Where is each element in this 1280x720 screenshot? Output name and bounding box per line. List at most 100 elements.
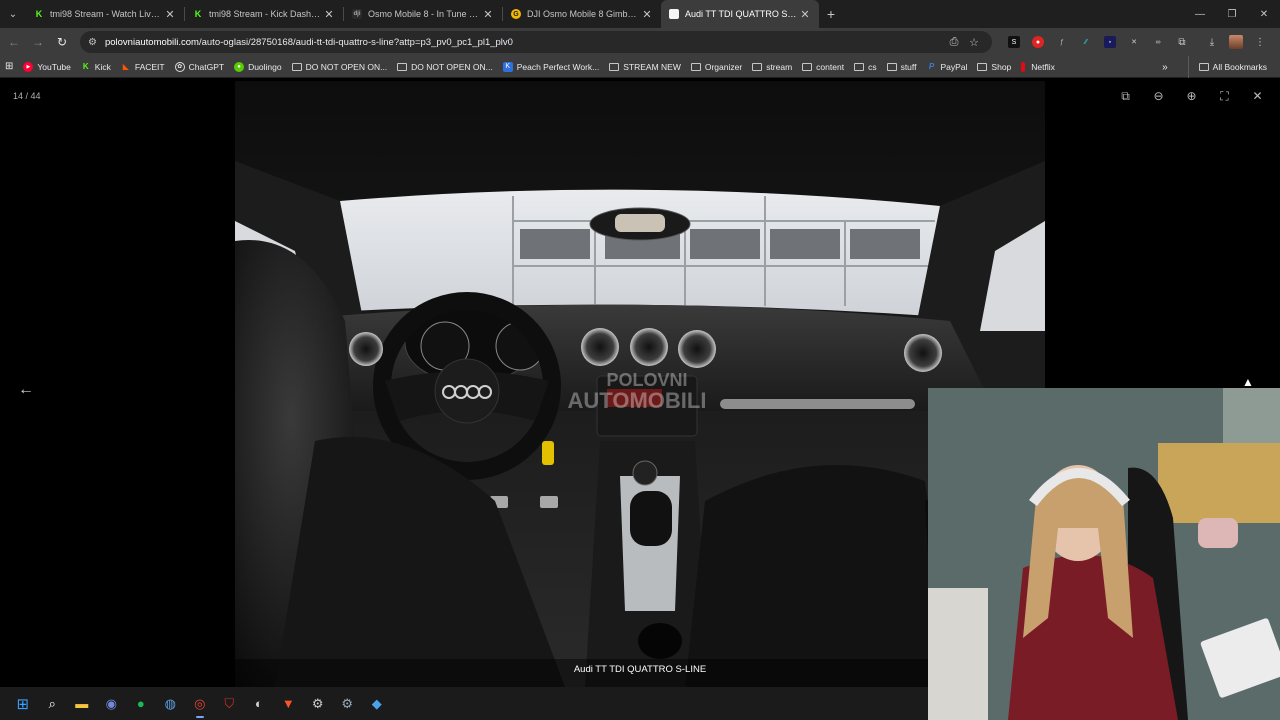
bookmark-paypal[interactable]: P PayPal [921,56,972,78]
steam-button[interactable]: ◐ [244,687,274,720]
url-domain: polovniautomobili.com [104,36,199,48]
minimize-button[interactable]: — [1184,0,1216,28]
app-icon: ◆ [371,695,382,711]
apps-grid-icon: ⊞ [5,61,14,72]
webcam-bed [1158,443,1280,523]
folder-icon [690,62,701,71]
site-info-icon[interactable]: ⚙ [88,37,97,48]
settings-icon: ⚙ [341,695,354,711]
tab-kick-watch[interactable]: K tmi98 Stream - Watch Live on K ✕ [26,0,184,28]
close-window-button[interactable]: ✕ [1248,0,1280,28]
close-viewer-button[interactable]: ✕ [1241,87,1274,105]
extension-button[interactable]: S [1002,32,1026,52]
app-button[interactable]: ◍ [156,687,186,720]
all-bookmarks-button[interactable]: All Bookmarks [1187,56,1272,78]
bookmark-duolingo[interactable]: ● Duolingo [229,56,287,78]
discord-button[interactable]: ◉ [97,687,127,720]
tab-audi-listing[interactable]: Audi TT TDI QUATTRO S-LINE | ✕ [661,0,819,28]
webcam-pouf [1198,518,1238,548]
forward-button[interactable]: → [26,35,50,49]
extension-button[interactable]: ⁄⁄ [1074,32,1098,52]
bookmark-faceit[interactable]: ◣ FACEIT [116,56,170,78]
address-bar[interactable]: ⚙ polovniautomobili.com/auto-oglasi/2875… [80,31,992,53]
gear-icon: ⚙ [311,695,324,711]
spotify-icon: ● [136,696,145,711]
spotify-button[interactable]: ● [126,687,156,720]
bookmark-peach[interactable]: K Peach Perfect Work... [498,56,605,78]
bookmark-label: FACEIT [134,61,165,72]
bookmark-folder-2[interactable]: DO NOT OPEN ON... [392,56,498,78]
tab-search-button[interactable]: ⌄ [0,0,26,28]
bookmark-stream[interactable]: stream [747,56,797,78]
close-icon[interactable]: ✕ [323,8,335,21]
restore-button[interactable]: ❐ [1216,0,1248,28]
reload-button[interactable]: ↻ [50,35,74,49]
webcam-feed [928,388,1280,720]
zoom-out-icon: ⊖ [1153,89,1164,103]
bookmark-label: ChatGPT [188,61,225,72]
fullscreen-button[interactable]: ⛶ [1208,87,1241,105]
chevron-right-double-icon[interactable]: » [1162,62,1168,73]
bookmark-content[interactable]: content [797,56,849,78]
bookmark-folder-1[interactable]: DO NOT OPEN ON... [287,56,393,78]
bookmark-stuff[interactable]: stuff [882,56,922,78]
tab-osmo-mobile[interactable]: dji Osmo Mobile 8 - In Tune With ✕ [344,0,502,28]
apps-button[interactable]: ⊞ [0,56,18,78]
bookmark-youtube[interactable]: ▶ YouTube [18,56,75,78]
app-button[interactable]: ◆ [362,687,392,720]
tab-dji-gimbal[interactable]: G DJI Osmo Mobile 8 Gimbal | Gi ✕ [503,0,661,28]
install-app-icon[interactable]: ⎙ [944,36,964,49]
extension-button[interactable]: ƒ [1050,32,1074,52]
downloads-button[interactable]: ⤓ [1200,32,1224,52]
gallery-view-button[interactable]: ⧉ [1109,87,1142,105]
previous-image-button[interactable]: ← [18,381,34,399]
garage-window [520,229,590,259]
close-icon[interactable]: ✕ [641,8,653,21]
url-text[interactable]: polovniautomobili.com/auto-oglasi/287501… [105,37,944,48]
bookmark-label: Peach Perfect Work... [516,61,600,72]
file-explorer-button[interactable]: ▬ [67,687,97,720]
app-button[interactable]: ⛉ [215,687,245,720]
tab-kick-dashboard[interactable]: K tmi98 Stream - Kick Dashboard ✕ [185,0,343,28]
tab-title: Audi TT TDI QUATTRO S-LINE | [685,9,799,19]
bookmark-star-icon[interactable]: ☆ [964,36,984,49]
folder-icon [291,62,302,71]
zoom-out-button[interactable]: ⊖ [1142,87,1175,105]
search-button[interactable]: ⌕ [38,687,68,720]
zoom-in-button[interactable]: ⊕ [1175,87,1208,105]
bookmarks-overflow: » All Bookmarks [1162,56,1272,78]
close-icon[interactable]: ✕ [164,8,176,21]
start-button[interactable]: ⊞ [8,687,38,720]
profile-button[interactable] [1224,32,1248,52]
close-icon[interactable]: ✕ [482,8,494,21]
extension-button[interactable]: ✕ [1122,32,1146,52]
brave-button[interactable]: ▼ [274,687,304,720]
extension-button[interactable]: ▪ [1098,32,1122,52]
back-button[interactable]: ← [2,35,26,49]
bookmark-stream-new[interactable]: STREAM NEW [604,56,686,78]
browser-menu-button[interactable]: ⋮ [1248,32,1272,52]
close-icon[interactable]: ✕ [799,8,811,21]
kick-icon: K [35,9,43,19]
bookmark-shop[interactable]: Shop [972,56,1016,78]
webcam-overlay [928,388,1280,720]
image-counter: 14 / 44 [13,91,41,101]
bookmark-label: content [816,61,845,72]
bookmark-label: STREAM NEW [623,61,681,72]
extensions-menu-button[interactable]: ⧉ [1170,32,1194,52]
app-button[interactable]: ⚙ [303,687,333,720]
windows-icon: ⊞ [16,695,30,713]
puzzle-icon: ⧉ [1178,36,1186,48]
extension-button[interactable]: ∞ [1146,32,1170,52]
extension-button[interactable]: ● [1026,32,1050,52]
bookmark-netflix[interactable]: Netflix [1016,56,1060,78]
bookmark-cs[interactable]: cs [849,56,882,78]
url-path: /auto-oglasi/28750168/audi-tt-tdi-quattr… [198,36,513,48]
bookmark-chatgpt[interactable]: ✿ ChatGPT [170,56,229,78]
settings-button[interactable]: ⚙ [333,687,363,720]
bookmark-kick[interactable]: K Kick [76,56,116,78]
chrome-button[interactable]: ◎ [185,687,215,720]
bookmark-organizer[interactable]: Organizer [686,56,747,78]
new-tab-button[interactable]: + [819,6,843,22]
folder-icon [1198,63,1209,71]
